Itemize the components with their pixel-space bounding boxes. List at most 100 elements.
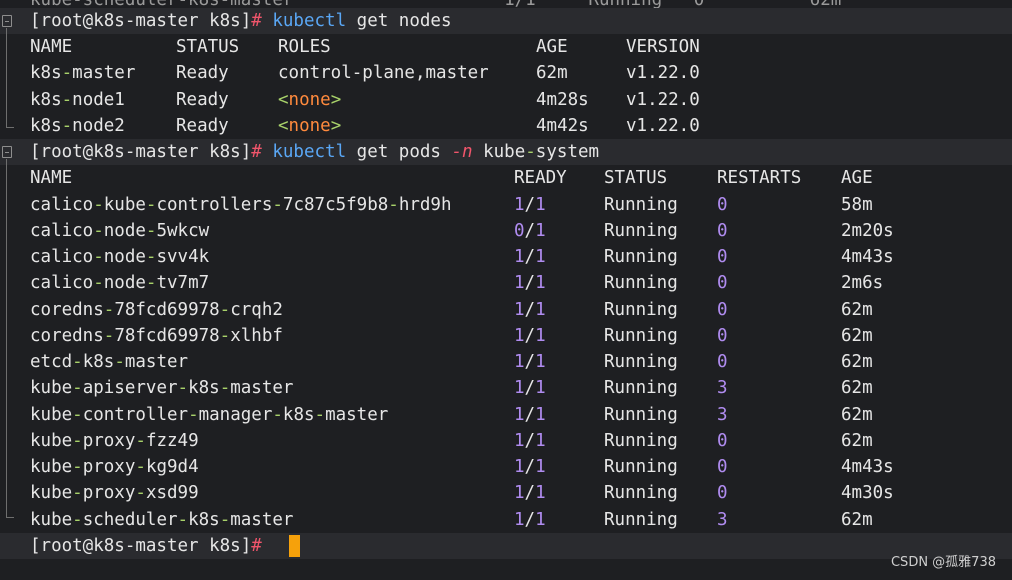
pod-name: kube-scheduler-k8s-master — [30, 510, 294, 530]
text-cursor[interactable] — [289, 535, 300, 557]
pods-table-row: etcd-k8s-master 1/1 Running 0 62m — [0, 349, 1012, 375]
pod-restarts: 3 — [717, 510, 728, 530]
pods-table-row: calico-node-svv4k 1/1 Running 0 4m43s — [0, 244, 1012, 270]
node-version: v1.22.0 — [626, 116, 700, 136]
pod-age: 62m — [841, 352, 873, 372]
prompt-text: [root@k8s-master k8s]# — [30, 533, 272, 559]
node-status: Ready — [176, 90, 229, 110]
prompt-user-host: [root@k8s-master k8s] — [30, 536, 252, 556]
pod-status: Running — [604, 483, 678, 503]
pod-name: calico-kube-controllers-7c87c5f9b8-hrd9h — [30, 195, 452, 215]
prompt-line-get-pods[interactable]: [root@k8s-master k8s]# kubectl get pods … — [0, 139, 1012, 165]
pod-status: Running — [604, 431, 678, 451]
pod-age: 4m30s — [841, 483, 894, 503]
pods-table-row: kube-controller-manager-k8s-master 1/1 Run… — [0, 402, 1012, 428]
pods-table-row: calico-node-tv7m7 1/1 Running 0 2m6s — [0, 270, 1012, 296]
pod-age: 62m — [841, 405, 873, 425]
nodes-table-row: k8s-master Ready control-plane,master 62m v1… — [0, 60, 1012, 86]
node-version: v1.22.0 — [626, 63, 700, 83]
pods-header-age: AGE — [841, 168, 873, 188]
pod-ready: 1/1 — [514, 195, 546, 215]
prompt-user-host: [root@k8s-master k8s] — [30, 11, 252, 31]
nodes-header-age: AGE — [536, 37, 568, 57]
pod-restarts: 0 — [717, 431, 728, 451]
node-age: 4m42s — [536, 116, 589, 136]
pod-status: Running — [604, 195, 678, 215]
watermark: CSDN @孤雅738 — [890, 555, 996, 570]
pod-name: kube-proxy-fzz49 — [30, 431, 199, 451]
pod-ready: 1/1 — [514, 431, 546, 451]
prompt-symbol: # — [251, 142, 262, 162]
nodes-header-status: STATUS — [176, 37, 240, 57]
fold-toggle-icon[interactable] — [2, 146, 12, 158]
fold-toggle-icon[interactable] — [2, 15, 12, 27]
prompt-user-host: [root@k8s-master k8s] — [30, 142, 252, 162]
node-name: k8s-master — [30, 63, 136, 83]
pods-table-row: kube-proxy-fzz49 1/1 Running 0 62m — [0, 428, 1012, 454]
nodes-header-roles: ROLES — [278, 37, 331, 57]
pod-status: Running — [604, 326, 678, 346]
pod-ready: 1/1 — [514, 247, 546, 267]
pod-status: Running — [604, 457, 678, 477]
prompt-symbol: # — [251, 11, 262, 31]
pod-restarts: 0 — [717, 221, 728, 241]
pod-name: etcd-k8s-master — [30, 352, 189, 372]
pod-ready: 1/1 — [514, 457, 546, 477]
pod-restarts: 0 — [717, 195, 728, 215]
prompt-line-get-nodes[interactable]: [root@k8s-master k8s]# kubectl get nodes — [0, 8, 1012, 34]
nodes-header-version: VERSION — [626, 37, 700, 57]
pod-status: Running — [604, 300, 678, 320]
pods-table-row: kube-apiserver-k8s-master 1/1 Running 3 62m — [0, 375, 1012, 401]
pod-ready: 0/1 — [514, 221, 546, 241]
nodes-table-header: NAME STATUS ROLES AGE VERSION — [0, 34, 1012, 60]
pod-ready: 1/1 — [514, 326, 546, 346]
pod-name: kube-apiserver-k8s-master — [30, 378, 294, 398]
pod-restarts: 0 — [717, 300, 728, 320]
pod-restarts: 0 — [717, 483, 728, 503]
pod-restarts: 0 — [717, 326, 728, 346]
pod-name: coredns-78fcd69978-xlhbf — [30, 326, 283, 346]
command-args: get pods — [346, 142, 452, 162]
node-version: v1.22.0 — [626, 90, 700, 110]
pods-table-row: coredns-78fcd69978-crqh2 1/1 Running 0 62m — [0, 297, 1012, 323]
node-roles: <none> — [278, 90, 342, 110]
pod-status: Running — [604, 405, 678, 425]
pod-name: kube-proxy-xsd99 — [30, 483, 199, 503]
pod-age: 62m — [841, 300, 873, 320]
pod-restarts: 3 — [717, 378, 728, 398]
pod-status: Running — [604, 378, 678, 398]
pod-ready: 1/1 — [514, 510, 546, 530]
pods-header-status: STATUS — [604, 168, 668, 188]
pods-header-restarts: RESTARTS — [717, 168, 802, 188]
pods-table-row: kube-scheduler-k8s-master 1/1 Running 3 62m — [0, 507, 1012, 533]
command-flag-value: kube-system — [472, 142, 600, 162]
prompt-line-current[interactable]: [root@k8s-master k8s]# — [0, 533, 1012, 559]
pod-status: Running — [604, 510, 678, 530]
pod-status: Running — [604, 352, 678, 372]
pod-age: 62m — [841, 510, 873, 530]
pod-name: kube-proxy-kg9d4 — [30, 457, 199, 477]
command-name: kubectl — [272, 11, 347, 31]
pods-table-row: calico-node-5wkcw 0/1 Running 0 2m20s — [0, 218, 1012, 244]
prompt-symbol: # — [251, 536, 262, 556]
pod-restarts: 0 — [717, 247, 728, 267]
prompt-text: [root@k8s-master k8s]# kubectl get pods … — [30, 139, 599, 165]
prompt-text: [root@k8s-master k8s]# kubectl get nodes — [30, 8, 451, 34]
node-status: Ready — [176, 116, 229, 136]
pod-restarts: 0 — [717, 273, 728, 293]
pod-ready: 1/1 — [514, 273, 546, 293]
pod-age: 62m — [841, 326, 873, 346]
pod-name: calico-node-5wkcw — [30, 221, 210, 241]
pod-status: Running — [604, 221, 678, 241]
nodes-table-row: k8s-node2 Ready <none> 4m42s v1.22.0 — [0, 113, 1012, 139]
node-age: 62m — [536, 63, 568, 83]
node-status: Ready — [176, 63, 229, 83]
terminal-window[interactable]: kube-scheduler-k8s-master 1/1 Running 0 … — [0, 0, 1012, 580]
node-roles: control-plane,master — [278, 63, 489, 83]
pods-header-name: NAME — [30, 168, 73, 188]
pod-ready: 1/1 — [514, 352, 546, 372]
pod-age: 2m20s — [841, 221, 894, 241]
